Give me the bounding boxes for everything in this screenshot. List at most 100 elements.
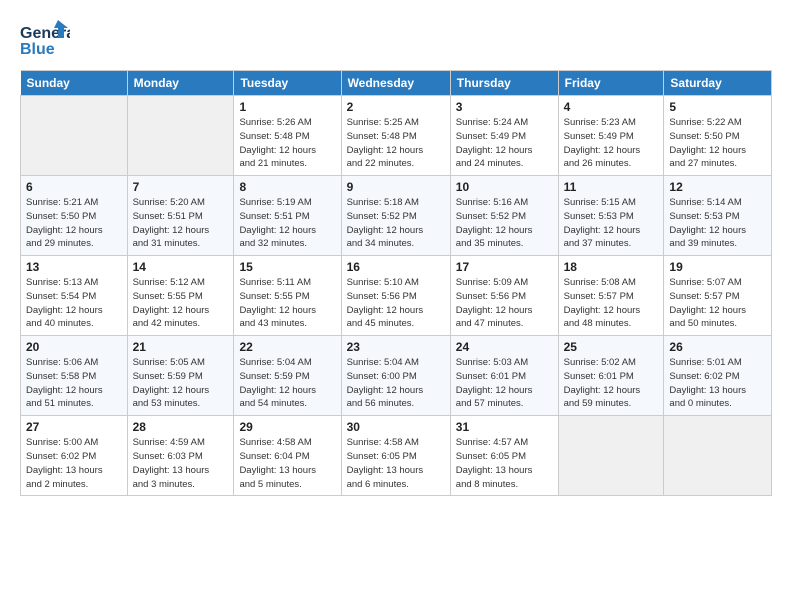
- calendar-week-row: 6 Sunrise: 5:21 AM Sunset: 5:50 PM Daylig…: [21, 176, 772, 256]
- day-number: 27: [26, 420, 122, 434]
- day-number: 11: [564, 180, 659, 194]
- day-number: 7: [133, 180, 229, 194]
- day-info: Sunrise: 4:58 AM Sunset: 6:04 PM Dayligh…: [239, 436, 335, 491]
- day-info: Sunrise: 5:23 AM Sunset: 5:49 PM Dayligh…: [564, 116, 659, 171]
- calendar-cell: 31 Sunrise: 4:57 AM Sunset: 6:05 PM Dayli…: [450, 416, 558, 496]
- calendar-cell: 15 Sunrise: 5:11 AM Sunset: 5:55 PM Dayli…: [234, 256, 341, 336]
- day-info: Sunrise: 5:20 AM Sunset: 5:51 PM Dayligh…: [133, 196, 229, 251]
- day-number: 16: [347, 260, 445, 274]
- calendar-cell: 9 Sunrise: 5:18 AM Sunset: 5:52 PM Daylig…: [341, 176, 450, 256]
- calendar-cell: 2Sunrise: 5:25 AM Sunset: 5:48 PM Daylig…: [341, 96, 450, 176]
- day-number: 26: [669, 340, 766, 354]
- weekday-header: Sunday: [21, 71, 128, 96]
- svg-text:Blue: Blue: [20, 41, 55, 58]
- calendar-cell: [558, 416, 664, 496]
- logo: General Blue: [20, 18, 140, 60]
- page: General Blue SundayMondayTuesdayWednesda…: [0, 0, 792, 506]
- calendar-cell: 28Sunrise: 4:59 AM Sunset: 6:03 PM Dayli…: [127, 416, 234, 496]
- day-number: 25: [564, 340, 659, 354]
- day-info: Sunrise: 5:16 AM Sunset: 5:52 PM Dayligh…: [456, 196, 553, 251]
- day-number: 9: [347, 180, 445, 194]
- day-info: Sunrise: 5:09 AM Sunset: 5:56 PM Dayligh…: [456, 276, 553, 331]
- calendar-week-row: 13Sunrise: 5:13 AM Sunset: 5:54 PM Dayli…: [21, 256, 772, 336]
- calendar-cell: 23Sunrise: 5:04 AM Sunset: 6:00 PM Dayli…: [341, 336, 450, 416]
- calendar-cell: 12Sunrise: 5:14 AM Sunset: 5:53 PM Dayli…: [664, 176, 772, 256]
- weekday-header: Saturday: [664, 71, 772, 96]
- day-info: Sunrise: 5:05 AM Sunset: 5:59 PM Dayligh…: [133, 356, 229, 411]
- calendar-cell: 11 Sunrise: 5:15 AM Sunset: 5:53 PM Dayli…: [558, 176, 664, 256]
- day-info: Sunrise: 5:03 AM Sunset: 6:01 PM Dayligh…: [456, 356, 553, 411]
- weekday-header: Monday: [127, 71, 234, 96]
- day-number: 17: [456, 260, 553, 274]
- calendar-week-row: 1Sunrise: 5:26 AM Sunset: 5:48 PM Daylig…: [21, 96, 772, 176]
- day-number: 5: [669, 100, 766, 114]
- day-info: Sunrise: 5:01 AM Sunset: 6:02 PM Dayligh…: [669, 356, 766, 411]
- day-number: 24: [456, 340, 553, 354]
- weekday-header: Thursday: [450, 71, 558, 96]
- calendar-cell: 16Sunrise: 5:10 AM Sunset: 5:56 PM Dayli…: [341, 256, 450, 336]
- day-number: 2: [347, 100, 445, 114]
- calendar-cell: [664, 416, 772, 496]
- day-number: 30: [347, 420, 445, 434]
- day-number: 20: [26, 340, 122, 354]
- calendar-cell: 3 Sunrise: 5:24 AM Sunset: 5:49 PM Daylig…: [450, 96, 558, 176]
- calendar-cell: 7 Sunrise: 5:20 AM Sunset: 5:51 PM Daylig…: [127, 176, 234, 256]
- day-info: Sunrise: 4:59 AM Sunset: 6:03 PM Dayligh…: [133, 436, 229, 491]
- day-info: Sunrise: 5:07 AM Sunset: 5:57 PM Dayligh…: [669, 276, 766, 331]
- logo-svg: General Blue: [20, 18, 70, 60]
- calendar-cell: 13Sunrise: 5:13 AM Sunset: 5:54 PM Dayli…: [21, 256, 128, 336]
- day-info: Sunrise: 5:04 AM Sunset: 6:00 PM Dayligh…: [347, 356, 445, 411]
- day-number: 4: [564, 100, 659, 114]
- calendar-cell: 17 Sunrise: 5:09 AM Sunset: 5:56 PM Dayli…: [450, 256, 558, 336]
- day-number: 8: [239, 180, 335, 194]
- calendar-cell: 8 Sunrise: 5:19 AM Sunset: 5:51 PM Daylig…: [234, 176, 341, 256]
- day-number: 3: [456, 100, 553, 114]
- day-number: 19: [669, 260, 766, 274]
- day-number: 15: [239, 260, 335, 274]
- calendar-cell: 27 Sunrise: 5:00 AM Sunset: 6:02 PM Dayli…: [21, 416, 128, 496]
- calendar-cell: 24 Sunrise: 5:03 AM Sunset: 6:01 PM Dayli…: [450, 336, 558, 416]
- day-info: Sunrise: 5:19 AM Sunset: 5:51 PM Dayligh…: [239, 196, 335, 251]
- day-info: Sunrise: 5:21 AM Sunset: 5:50 PM Dayligh…: [26, 196, 122, 251]
- calendar-cell: [127, 96, 234, 176]
- day-number: 12: [669, 180, 766, 194]
- calendar-cell: 19 Sunrise: 5:07 AM Sunset: 5:57 PM Dayli…: [664, 256, 772, 336]
- calendar-cell: 25Sunrise: 5:02 AM Sunset: 6:01 PM Dayli…: [558, 336, 664, 416]
- calendar-table: SundayMondayTuesdayWednesdayThursdayFrid…: [20, 70, 772, 496]
- weekday-header-row: SundayMondayTuesdayWednesdayThursdayFrid…: [21, 71, 772, 96]
- day-info: Sunrise: 5:06 AM Sunset: 5:58 PM Dayligh…: [26, 356, 122, 411]
- day-number: 6: [26, 180, 122, 194]
- day-info: Sunrise: 5:22 AM Sunset: 5:50 PM Dayligh…: [669, 116, 766, 171]
- day-info: Sunrise: 5:00 AM Sunset: 6:02 PM Dayligh…: [26, 436, 122, 491]
- calendar-cell: 26 Sunrise: 5:01 AM Sunset: 6:02 PM Dayli…: [664, 336, 772, 416]
- day-info: Sunrise: 5:24 AM Sunset: 5:49 PM Dayligh…: [456, 116, 553, 171]
- calendar-cell: 22Sunrise: 5:04 AM Sunset: 5:59 PM Dayli…: [234, 336, 341, 416]
- calendar-cell: 6 Sunrise: 5:21 AM Sunset: 5:50 PM Daylig…: [21, 176, 128, 256]
- calendar-cell: 4 Sunrise: 5:23 AM Sunset: 5:49 PM Daylig…: [558, 96, 664, 176]
- header: General Blue: [20, 18, 772, 60]
- calendar-cell: 21 Sunrise: 5:05 AM Sunset: 5:59 PM Dayli…: [127, 336, 234, 416]
- day-number: 29: [239, 420, 335, 434]
- calendar-cell: 29 Sunrise: 4:58 AM Sunset: 6:04 PM Dayli…: [234, 416, 341, 496]
- day-info: Sunrise: 5:15 AM Sunset: 5:53 PM Dayligh…: [564, 196, 659, 251]
- day-number: 31: [456, 420, 553, 434]
- day-info: Sunrise: 5:18 AM Sunset: 5:52 PM Dayligh…: [347, 196, 445, 251]
- weekday-header: Friday: [558, 71, 664, 96]
- calendar-cell: 30Sunrise: 4:58 AM Sunset: 6:05 PM Dayli…: [341, 416, 450, 496]
- day-number: 18: [564, 260, 659, 274]
- day-number: 14: [133, 260, 229, 274]
- day-number: 22: [239, 340, 335, 354]
- day-info: Sunrise: 5:11 AM Sunset: 5:55 PM Dayligh…: [239, 276, 335, 331]
- day-number: 1: [239, 100, 335, 114]
- day-number: 21: [133, 340, 229, 354]
- calendar-cell: 1Sunrise: 5:26 AM Sunset: 5:48 PM Daylig…: [234, 96, 341, 176]
- calendar-cell: 14 Sunrise: 5:12 AM Sunset: 5:55 PM Dayli…: [127, 256, 234, 336]
- day-info: Sunrise: 4:57 AM Sunset: 6:05 PM Dayligh…: [456, 436, 553, 491]
- calendar-cell: 20 Sunrise: 5:06 AM Sunset: 5:58 PM Dayli…: [21, 336, 128, 416]
- day-info: Sunrise: 5:12 AM Sunset: 5:55 PM Dayligh…: [133, 276, 229, 331]
- day-number: 13: [26, 260, 122, 274]
- calendar-week-row: 20 Sunrise: 5:06 AM Sunset: 5:58 PM Dayli…: [21, 336, 772, 416]
- calendar-cell: 18Sunrise: 5:08 AM Sunset: 5:57 PM Dayli…: [558, 256, 664, 336]
- calendar-cell: [21, 96, 128, 176]
- calendar-week-row: 27 Sunrise: 5:00 AM Sunset: 6:02 PM Dayli…: [21, 416, 772, 496]
